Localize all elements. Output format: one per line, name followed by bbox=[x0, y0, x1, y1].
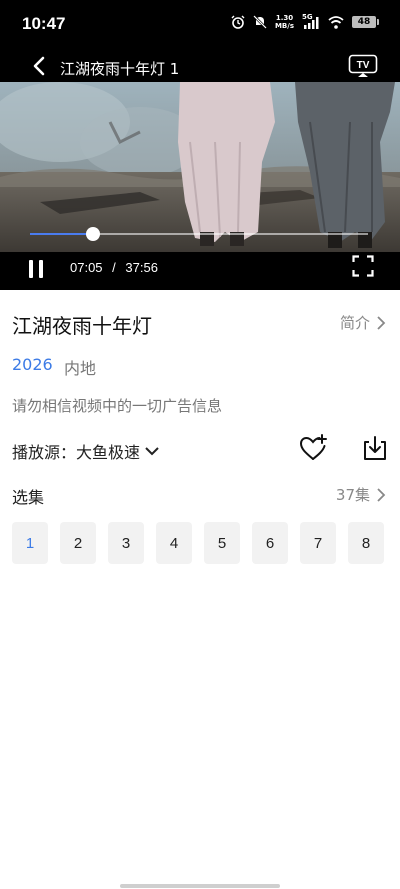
current-time: 07:05 bbox=[70, 260, 103, 275]
fullscreen-icon[interactable] bbox=[352, 255, 374, 277]
show-title: 江湖夜雨十年灯 bbox=[12, 314, 152, 338]
chevron-down-icon bbox=[145, 447, 159, 456]
video-still bbox=[0, 82, 400, 252]
video-frame[interactable] bbox=[0, 82, 400, 252]
source-selector[interactable]: 播放源：大鱼极速 bbox=[12, 439, 160, 463]
home-indicator bbox=[120, 884, 280, 888]
total-time: 37:56 bbox=[125, 260, 158, 275]
signal-icon: 5G bbox=[302, 13, 320, 29]
mute-bell-icon bbox=[253, 15, 267, 29]
speed-value: 1.30 bbox=[275, 14, 294, 22]
episode-button[interactable]: 1 bbox=[12, 522, 48, 564]
player-controls: 07:05 / 37:56 bbox=[0, 252, 400, 290]
network-speed: 1.30 MB/s bbox=[275, 14, 294, 30]
timecode: 07:05 / 37:56 bbox=[70, 260, 158, 275]
source-label: 播放源：大鱼极速 bbox=[12, 443, 141, 462]
episode-button[interactable]: 7 bbox=[300, 522, 336, 564]
tv-cast-icon: TV bbox=[348, 54, 378, 77]
pause-icon[interactable] bbox=[26, 258, 46, 280]
alarm-icon bbox=[231, 15, 245, 29]
episode-button[interactable]: 4 bbox=[156, 522, 192, 564]
episode-button[interactable]: 3 bbox=[108, 522, 144, 564]
wifi-icon bbox=[328, 15, 344, 29]
episode-button[interactable]: 2 bbox=[60, 522, 96, 564]
heart-plus-icon[interactable] bbox=[298, 433, 328, 463]
tv-label: TV bbox=[357, 60, 370, 71]
status-bar: 10:47 1.30 MB/s 5G 48 bbox=[0, 0, 400, 50]
speed-unit: MB/s bbox=[274, 22, 294, 30]
intro-button[interactable]: 简介 bbox=[340, 312, 386, 333]
status-icons: 1.30 MB/s 5G 48 bbox=[231, 13, 379, 30]
ad-notice: 请勿相信视频中的一切广告信息 bbox=[12, 397, 223, 415]
episodes-heading: 选集 bbox=[12, 488, 45, 507]
status-time: 10:47 bbox=[22, 14, 66, 33]
chevron-right-icon bbox=[377, 487, 386, 502]
episodes-count-button[interactable]: 37集 bbox=[336, 484, 386, 505]
battery-indicator: 48 bbox=[352, 16, 379, 28]
download-icon[interactable] bbox=[360, 433, 390, 463]
episode-button[interactable]: 8 bbox=[348, 522, 384, 564]
progress-bar[interactable] bbox=[30, 227, 368, 241]
back-arrow-icon[interactable] bbox=[28, 54, 52, 78]
tv-cast-button[interactable]: TV bbox=[348, 54, 378, 78]
intro-label: 简介 bbox=[339, 314, 370, 332]
player-title: 江湖夜雨十年灯 1 bbox=[60, 60, 180, 78]
release-year: 2026 bbox=[12, 355, 53, 374]
episodes-count: 37集 bbox=[335, 486, 370, 504]
chevron-right-icon bbox=[377, 315, 386, 330]
episode-button[interactable]: 5 bbox=[204, 522, 240, 564]
progress-fill bbox=[30, 233, 94, 235]
player-top-bar: 江湖夜雨十年灯 1 TV bbox=[0, 50, 400, 82]
time-separator: / bbox=[112, 260, 116, 275]
episode-grid: 12345678 bbox=[12, 522, 384, 564]
episode-button[interactable]: 6 bbox=[252, 522, 288, 564]
region-label: 内地 bbox=[64, 359, 97, 378]
